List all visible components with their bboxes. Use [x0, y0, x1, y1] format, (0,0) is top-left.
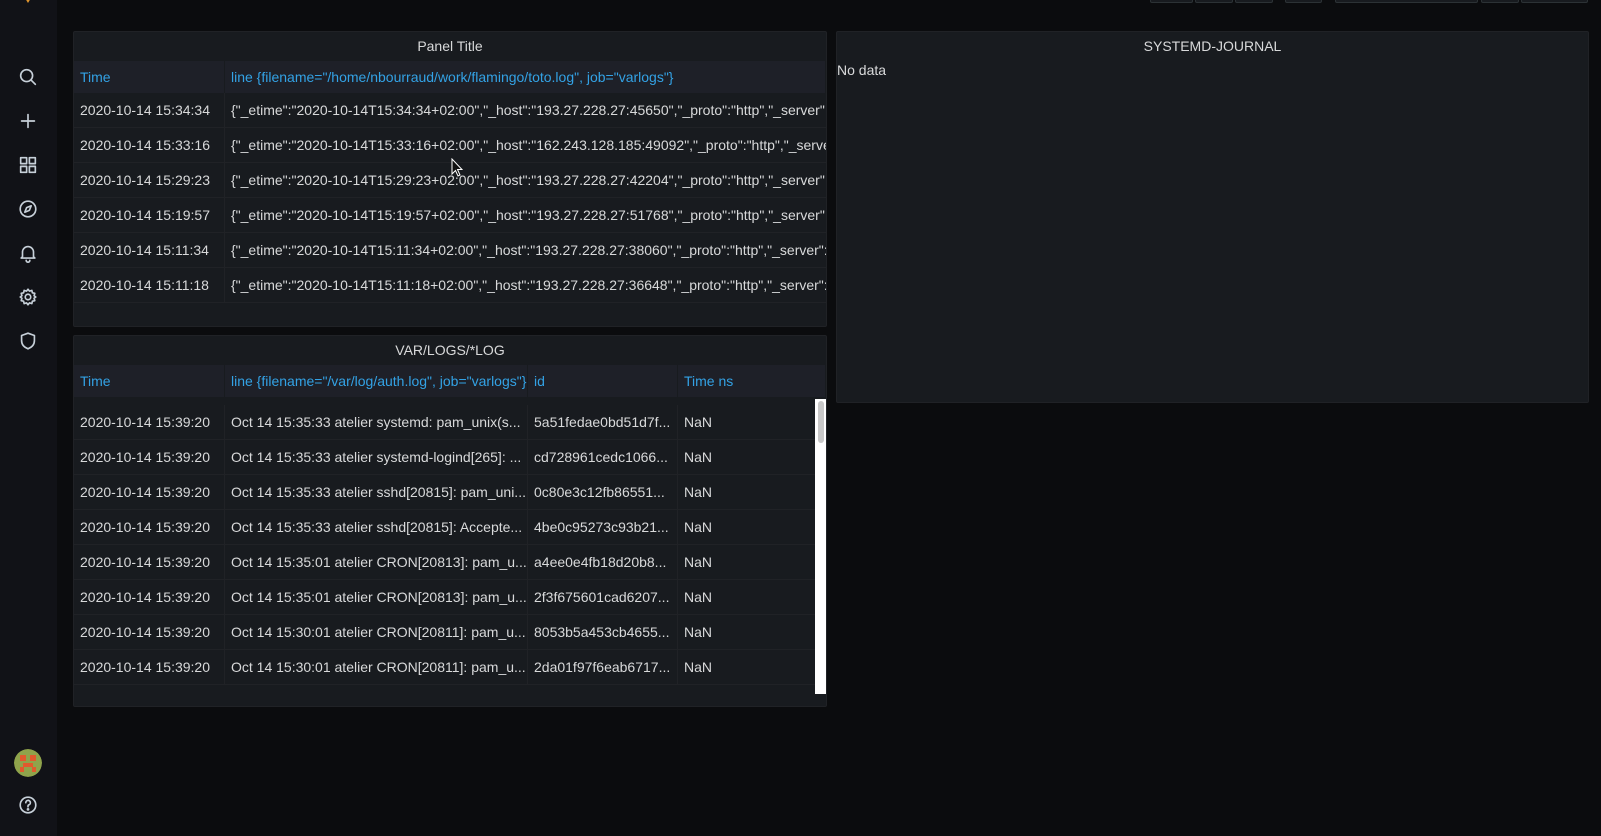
toolbar-button[interactable] — [1150, 0, 1193, 3]
cell-line: {"_etime":"2020-10-14T15:29:23+02:00","_… — [231, 172, 826, 188]
cell-id: 5a51fedae0bd51d7f... — [528, 405, 678, 439]
no-data-message: No data — [837, 62, 887, 78]
column-header-time[interactable]: Time — [74, 61, 225, 93]
column-header-line[interactable]: line {filename="/var/log/auth.log", job=… — [225, 365, 528, 397]
table-row: 2020-10-14 15:39:20 Oct 14 15:35:33 atel… — [74, 405, 815, 440]
table-row: 2020-10-14 15:39:20 Oct 14 15:35:01 atel… — [74, 580, 815, 615]
column-header-id[interactable]: id — [528, 365, 678, 397]
search-icon[interactable] — [14, 63, 42, 91]
cell-time: 2020-10-14 15:34:34 — [74, 93, 225, 127]
cell-id: 2da01f97f6eab6717... — [528, 650, 678, 684]
cell-time: 2020-10-14 15:39:20 — [74, 545, 225, 579]
panel-title-panel: Panel Title Time line {filename="/home/n… — [73, 31, 827, 327]
cell-time-ns: NaN — [684, 659, 713, 675]
cell-time-ns: NaN — [684, 519, 713, 535]
cell-time: 2020-10-14 15:39:20 — [74, 615, 225, 649]
cell-id: 8053b5a453cb4655... — [528, 615, 678, 649]
cell-time-ns: NaN — [684, 484, 713, 500]
table-body: 2020-10-14 15:39:20 Oct 14 15:35:33 atel… — [74, 399, 815, 694]
table-row: 2020-10-14 15:39:20 Oct 14 15:35:33 atel… — [74, 475, 815, 510]
panel-title[interactable]: SYSTEMD-JOURNAL — [837, 32, 1588, 60]
table-row: 2020-10-14 15:39:20 Oct 14 15:30:01 atel… — [74, 650, 815, 685]
column-header-time-ns[interactable]: Time ns — [678, 365, 826, 397]
table-row: 2020-10-14 15:39:20 Oct 14 15:30:01 atel… — [74, 615, 815, 650]
bell-icon[interactable] — [14, 239, 42, 267]
toolbar-button[interactable] — [1481, 0, 1519, 3]
scrollbar-thumb[interactable] — [818, 401, 824, 443]
cell-id: 0c80e3c12fb86551... — [528, 475, 678, 509]
varlogs-panel: VAR/LOGS/*LOG Time line {filename="/var/… — [73, 335, 827, 707]
table-row: 2020-10-14 15:34:34 {"_etime":"2020-10-1… — [74, 93, 826, 128]
table-row: 2020-10-14 15:39:20 Oct 14 15:35:33 atel… — [74, 510, 815, 545]
cell-id: a4ee0e4fb18d20b8... — [528, 545, 678, 579]
table-row: 2020-10-14 15:39:20 Oct 14 15:35:01 atel… — [74, 545, 815, 580]
cell-time: 2020-10-14 15:39:20 — [74, 405, 225, 439]
cell-line: Oct 14 15:35:33 atelier systemd-logind[2… — [225, 440, 528, 474]
cell-line: Oct 14 15:35:33 atelier systemd: pam_uni… — [225, 405, 528, 439]
user-avatar[interactable] — [14, 749, 42, 777]
table-row: 2020-10-14 15:19:57 {"_etime":"2020-10-1… — [74, 198, 826, 233]
toolbar-button[interactable] — [1195, 0, 1233, 3]
cell-line: {"_etime":"2020-10-14T15:33:16+02:00","_… — [231, 137, 826, 153]
cell-line: Oct 14 15:35:33 atelier sshd[20815]: Acc… — [225, 510, 528, 544]
cell-time-ns: NaN — [684, 589, 713, 605]
table-header: Time line {filename="/var/log/auth.log",… — [74, 365, 826, 397]
grafana-logo[interactable] — [18, 0, 38, 4]
column-header-time[interactable]: Time — [74, 365, 225, 397]
cell-line: Oct 14 15:35:01 atelier CRON[20813]: pam… — [225, 545, 528, 579]
cell-id: cd728961cedc1066... — [528, 440, 678, 474]
table-scrollbar[interactable] — [815, 399, 826, 694]
cell-time-ns: NaN — [684, 554, 713, 570]
cell-time: 2020-10-14 15:39:20 — [74, 475, 225, 509]
cell-time: 2020-10-14 15:11:34 — [74, 233, 225, 267]
cell-line: Oct 14 15:30:01 atelier CRON[20811]: pam… — [225, 650, 528, 684]
cell-time: 2020-10-14 15:39:20 — [74, 440, 225, 474]
help-circle-icon[interactable] — [14, 791, 42, 819]
gear-icon[interactable] — [14, 283, 42, 311]
side-nav — [0, 0, 57, 836]
toolbar-button[interactable] — [1285, 0, 1322, 3]
cell-line: {"_etime":"2020-10-14T15:11:18+02:00","_… — [231, 277, 826, 293]
table-row: 2020-10-14 15:29:23 {"_etime":"2020-10-1… — [74, 163, 826, 198]
cell-id: 4be0c95273c93b21... — [528, 510, 678, 544]
cell-time: 2020-10-14 15:39:20 — [74, 580, 225, 614]
table-row: 2020-10-14 15:11:18 {"_etime":"2020-10-1… — [74, 268, 826, 303]
table-row: 2020-10-14 15:33:16 {"_etime":"2020-10-1… — [74, 128, 826, 163]
cell-time: 2020-10-14 15:11:18 — [74, 268, 225, 302]
toolbar-button[interactable] — [1235, 0, 1273, 3]
panel-title[interactable]: Panel Title — [74, 32, 826, 60]
table-row: 2020-10-14 15:11:34 {"_etime":"2020-10-1… — [74, 233, 826, 268]
cell-line: {"_etime":"2020-10-14T15:11:34+02:00","_… — [231, 242, 826, 258]
cell-line: {"_etime":"2020-10-14T15:34:34+02:00","_… — [231, 102, 826, 118]
cell-line: Oct 14 15:35:01 atelier CRON[20813]: pam… — [225, 580, 528, 614]
toolbar-button[interactable] — [1521, 0, 1588, 3]
panel-title[interactable]: VAR/LOGS/*LOG — [74, 336, 826, 364]
table-header: Time line {filename="/home/nbourraud/wor… — [74, 61, 826, 93]
compass-icon[interactable] — [14, 195, 42, 223]
cell-line: Oct 14 15:35:33 atelier sshd[20815]: pam… — [225, 475, 528, 509]
cell-id: 2f3f675601cad6207... — [528, 580, 678, 614]
cell-time: 2020-10-14 15:19:57 — [74, 198, 225, 232]
table-row: 2020-10-14 15:39:20 Oct 14 15:35:33 atel… — [74, 440, 815, 475]
plus-icon[interactable] — [14, 107, 42, 135]
cell-time-ns: NaN — [684, 414, 713, 430]
cell-time: 2020-10-14 15:29:23 — [74, 163, 225, 197]
shield-icon[interactable] — [14, 327, 42, 355]
column-header-line[interactable]: line {filename="/home/nbourraud/work/fla… — [225, 61, 826, 93]
time-picker-button[interactable] — [1335, 0, 1478, 3]
mouse-cursor-icon — [451, 158, 463, 177]
cell-time: 2020-10-14 15:33:16 — [74, 128, 225, 162]
cell-time-ns: NaN — [684, 449, 713, 465]
cell-line: Oct 14 15:30:01 atelier CRON[20811]: pam… — [225, 615, 528, 649]
cell-time-ns: NaN — [684, 624, 713, 640]
table-body: 2020-10-14 15:34:34 {"_etime":"2020-10-1… — [74, 93, 826, 314]
cell-time: 2020-10-14 15:39:20 — [74, 650, 225, 684]
cell-line: {"_etime":"2020-10-14T15:19:57+02:00","_… — [231, 207, 826, 223]
dashboards-icon[interactable] — [14, 151, 42, 179]
cell-time: 2020-10-14 15:39:20 — [74, 510, 225, 544]
systemd-journal-panel: SYSTEMD-JOURNAL No data — [836, 31, 1589, 403]
